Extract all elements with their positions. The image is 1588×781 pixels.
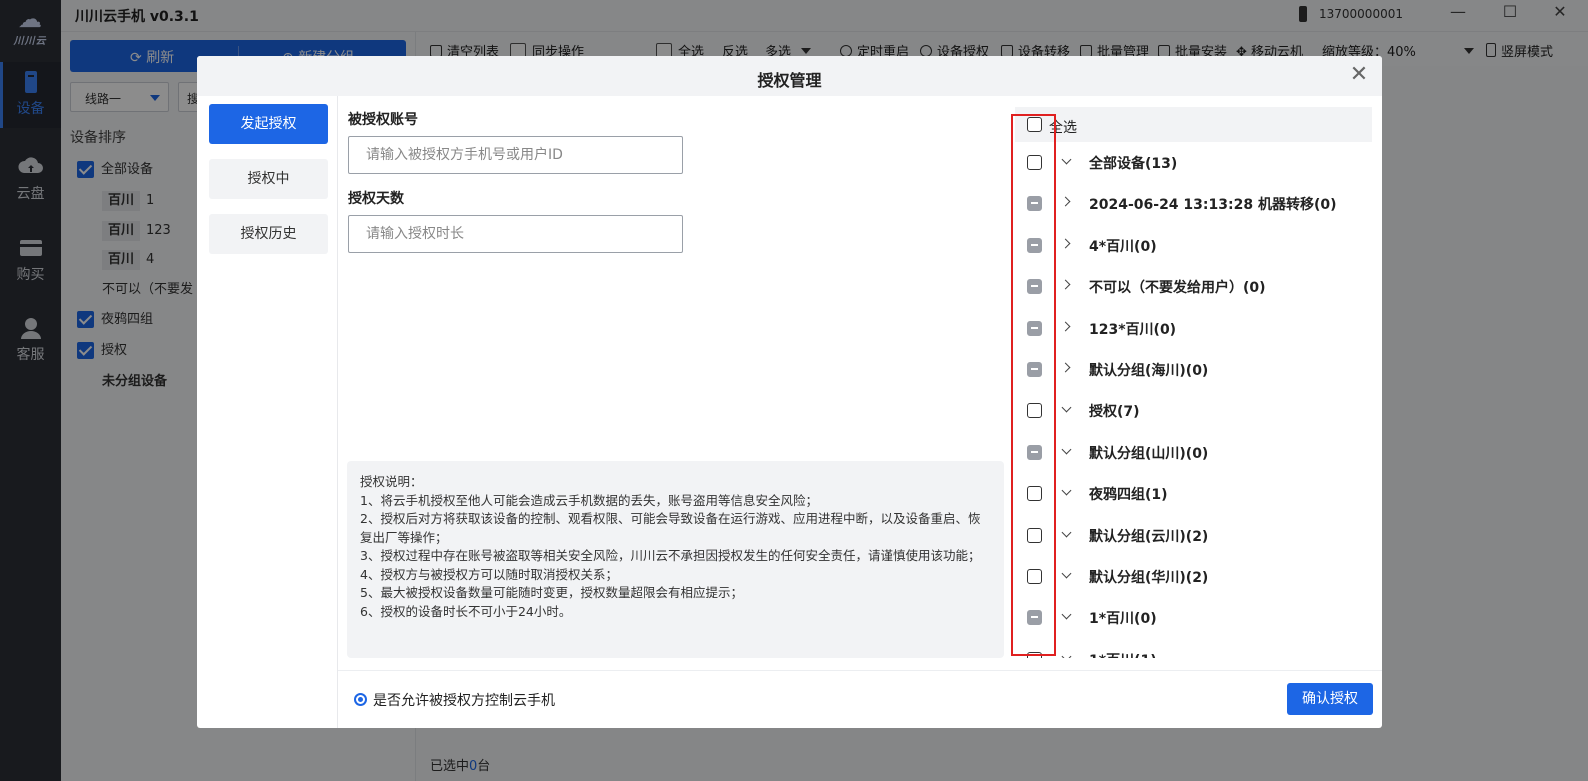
- tree-group-row[interactable]: 1*百川(0): [1015, 597, 1372, 638]
- tree-group-name: 2024-06-24 13:13:28 机器转移(0): [1089, 197, 1337, 214]
- tree-group-name: 全部设备(13): [1089, 156, 1178, 172]
- tab-auth-history[interactable]: 授权历史: [209, 214, 328, 254]
- tree-group-name: 不可以（不要发给用户）(0): [1089, 280, 1266, 297]
- notice-title: 授权说明：: [360, 474, 423, 489]
- chevron-right-icon[interactable]: [1060, 320, 1074, 334]
- account-label: 被授权账号: [348, 112, 418, 128]
- tree-group-row[interactable]: 全部设备(13): [1015, 142, 1372, 183]
- notice-line: 6、授权的设备时长不可小于24小时。: [360, 603, 572, 619]
- close-icon[interactable]: ✕: [1346, 62, 1372, 87]
- allow-control-radio[interactable]: [354, 693, 367, 706]
- confirm-auth-button[interactable]: 确认授权: [1287, 683, 1373, 715]
- tree-group-row[interactable]: 默认分组(云川)(2): [1015, 515, 1372, 556]
- tree-group-name: 夜鸦四组(1): [1089, 487, 1168, 504]
- notice-line: 1、将云手机授权至他人可能会造成云手机数据的丢失，账号盗用等信息安全风险；: [360, 492, 818, 508]
- tree-group-row[interactable]: 默认分组(海川)(0): [1015, 349, 1372, 390]
- modal-side-nav: 发起授权 授权中 授权历史: [197, 96, 338, 728]
- days-label: 授权天数: [348, 191, 404, 207]
- auth-notice: 授权说明： 1、将云手机授权至他人可能会造成云手机数据的丢失，账号盗用等信息安全…: [347, 461, 1004, 658]
- annotation-highlight-box: [1011, 114, 1056, 656]
- chevron-down-icon[interactable]: [1060, 154, 1074, 168]
- chevron-right-icon[interactable]: [1060, 237, 1074, 251]
- tab-authorizing[interactable]: 授权中: [209, 159, 328, 199]
- tree-group-name: 1*百川(0): [1089, 611, 1157, 628]
- tree-group-name: 默认分组(山川)(0): [1089, 445, 1209, 462]
- tree-group-name: 4*百川(0): [1089, 238, 1157, 255]
- tree-group-row[interactable]: 2024-06-24 13:13:28 机器转移(0): [1015, 183, 1372, 224]
- tree-group-name: 默认分组(华川)(2): [1089, 570, 1209, 586]
- tab-initiate-auth[interactable]: 发起授权: [209, 104, 328, 144]
- tree-group-row[interactable]: 不可以（不要发给用户）(0): [1015, 266, 1372, 307]
- chevron-down-icon[interactable]: [1060, 651, 1074, 658]
- tree-group-row[interactable]: 夜鸦四组(1): [1015, 473, 1372, 514]
- tree-group-row[interactable]: 默认分组(山川)(0): [1015, 432, 1372, 473]
- chevron-down-icon[interactable]: [1060, 444, 1074, 458]
- modal-header: 授权管理 ✕: [197, 56, 1382, 96]
- tree-group-name: 默认分组(海川)(0): [1089, 363, 1209, 379]
- notice-line: 4、授权方与被授权方可以随时取消授权关系；: [360, 566, 618, 582]
- tree-header: 全选: [1015, 107, 1372, 142]
- device-tree-panel: 全选 全部设备(13) 2024-06-24 13:13:28 机器转移(0) 4*…: [1015, 107, 1372, 658]
- notice-line: 3、授权过程中存在账号被盗取等相关安全风险，川川云不承担因授权发生的任何安全责任…: [360, 548, 981, 563]
- tree-group-row[interactable]: 1*百川(1): [1015, 639, 1372, 658]
- chevron-down-icon[interactable]: [1060, 568, 1074, 582]
- account-input[interactable]: [348, 136, 683, 174]
- chevron-down-icon[interactable]: [1060, 609, 1074, 623]
- days-input[interactable]: [348, 215, 683, 253]
- divider: [338, 670, 1382, 671]
- tree-group-row[interactable]: 授权(7): [1015, 390, 1372, 431]
- notice-line: 5、最大被授权设备数量可能随时变更，授权数量超限会有相应提示；: [360, 585, 743, 600]
- tree-group-name: 授权(7): [1089, 404, 1140, 421]
- chevron-right-icon[interactable]: [1060, 278, 1074, 292]
- notice-line: 2、授权后对方将获取该设备的控制、观看权限、可能会导致设备在运行游戏、应用进程中…: [360, 511, 981, 545]
- chevron-down-icon[interactable]: [1060, 485, 1074, 499]
- chevron-down-icon[interactable]: [1060, 527, 1074, 541]
- tree-group-row[interactable]: 默认分组(华川)(2): [1015, 556, 1372, 597]
- auth-modal: 授权管理 ✕ 发起授权 授权中 授权历史 被授权账号 授权天数 授权说明： 1、…: [197, 56, 1382, 728]
- tree-group-name: 1*百川(1): [1089, 650, 1157, 658]
- allow-control-label: 是否允许被授权方控制云手机: [373, 693, 555, 709]
- chevron-right-icon[interactable]: [1060, 195, 1074, 209]
- chevron-right-icon[interactable]: [1060, 361, 1074, 375]
- tree-group-row[interactable]: 4*百川(0): [1015, 225, 1372, 266]
- chevron-down-icon[interactable]: [1060, 402, 1074, 416]
- tree-group-name: 123*百川(0): [1089, 321, 1177, 338]
- tree-group-row[interactable]: 123*百川(0): [1015, 308, 1372, 349]
- tree-group-name: 默认分组(云川)(2): [1089, 528, 1209, 545]
- modal-title: 授权管理: [757, 71, 822, 90]
